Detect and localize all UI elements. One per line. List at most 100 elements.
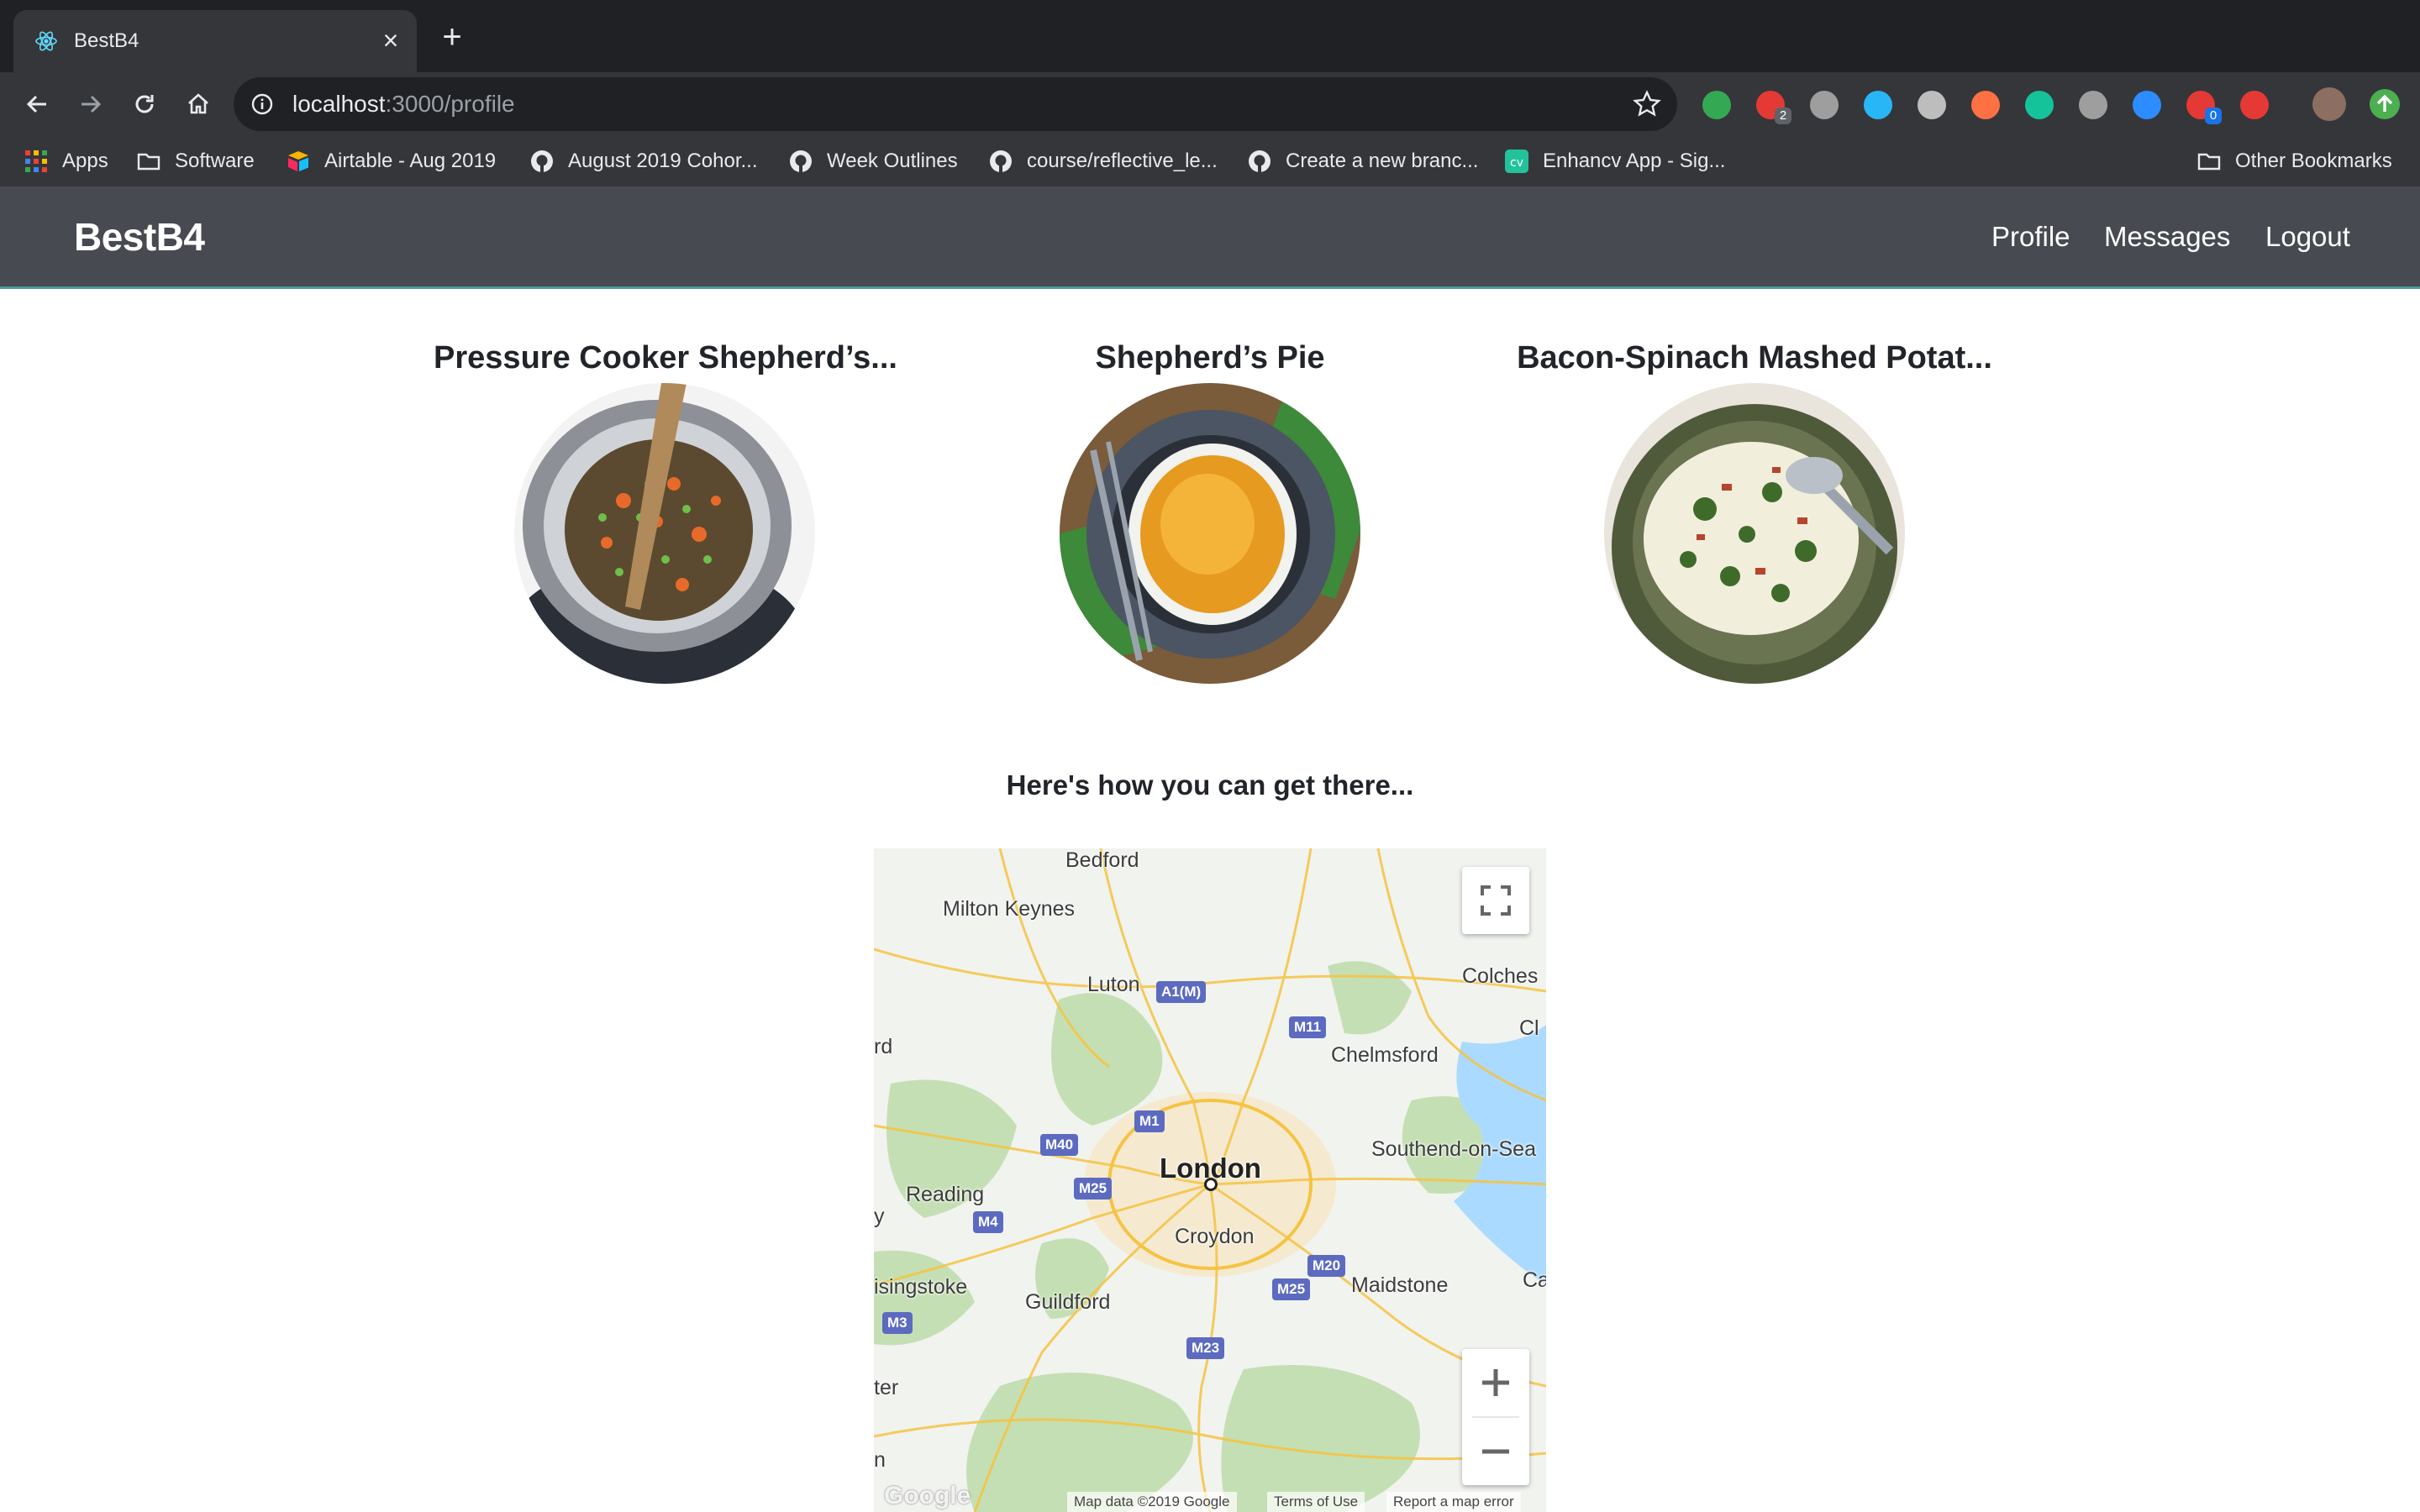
map-zoom-out-button[interactable] — [1462, 1418, 1529, 1485]
map-place-label: Bedford — [1065, 848, 1139, 872]
app-navbar: BestB4 Profile Messages Logout — [0, 186, 2420, 289]
browser-tab-strip: BestB4 × + — [0, 0, 2420, 72]
apps-grid-icon — [25, 150, 47, 172]
map-place-label: Chelmsford — [1331, 1043, 1439, 1067]
site-info-icon[interactable] — [250, 92, 274, 116]
github-icon — [531, 150, 553, 172]
zoom-extension-icon[interactable] — [2133, 91, 2161, 119]
bookmark-label: course/reflective_le... — [1027, 150, 1218, 172]
minus-icon — [1482, 1449, 1509, 1454]
bookmark-software[interactable]: Software — [136, 144, 255, 178]
nav-logout-link[interactable]: Logout — [2265, 218, 2350, 255]
recipe-title[interactable]: Bacon-Spinach Mashed Potat... — [1486, 334, 2023, 381]
recipe-image-bacon-spinach[interactable] — [1604, 383, 1905, 684]
nav-profile-link[interactable]: Profile — [1991, 218, 2070, 255]
address-bar[interactable]: localhost:3000/profile — [234, 77, 1677, 131]
red-extension-icon[interactable]: 2 — [1756, 91, 1791, 124]
map-road-shield: M40 — [1040, 1134, 1079, 1156]
update-arrow-icon[interactable] — [2370, 89, 2400, 119]
new-tab-plus-icon[interactable]: + — [435, 20, 469, 55]
plus-icon — [1482, 1369, 1509, 1396]
bookmark-week-outlines[interactable]: Week Outlines — [788, 144, 958, 178]
url-host: localhost — [292, 91, 386, 117]
tab-close-icon[interactable]: × — [375, 25, 407, 57]
gray-square-extension-icon[interactable] — [1918, 91, 1946, 119]
fullscreen-icon — [1481, 885, 1511, 916]
green-check-extension-icon[interactable] — [1702, 91, 1731, 119]
map-place-label: Reading — [906, 1183, 985, 1206]
browser-tab-active[interactable]: BestB4 × — [13, 10, 417, 72]
svg-text:cv: cv — [1510, 156, 1523, 170]
folder-icon — [137, 153, 160, 171]
recipe-card[interactable]: Pressure Cooker Shepherd’s... — [397, 334, 934, 684]
tab-title: BestB4 — [74, 29, 139, 52]
map-place-label: isingstoke — [874, 1275, 968, 1299]
map-place-label: Luton — [1087, 973, 1140, 996]
map-road-shield: M4 — [973, 1211, 1003, 1233]
extension-badge: 0 — [2205, 108, 2222, 124]
map-terms-link[interactable]: Terms of Use — [1267, 1492, 1365, 1512]
bookmark-create-branch[interactable]: Create a new branc... — [1247, 144, 1478, 178]
folder-icon — [2197, 153, 2221, 171]
grammarly-extension-icon[interactable] — [2025, 91, 2054, 119]
map-road-shield: M3 — [882, 1312, 913, 1334]
bookmark-august-cohort[interactable]: August 2019 Cohor... — [529, 144, 758, 178]
recipe-image-shepherds-pie[interactable] — [1060, 383, 1360, 684]
gray-cloud-extension-icon[interactable] — [1810, 91, 1839, 119]
brand-logo[interactable]: BestB4 — [74, 212, 205, 262]
extension-badge: 2 — [1775, 108, 1791, 124]
bookmark-label: Enhancv App - Sig... — [1543, 150, 1726, 172]
recipe-title[interactable]: Pressure Cooker Shepherd’s... — [397, 334, 934, 381]
bookmark-label: August 2019 Cohor... — [568, 150, 758, 172]
bookmark-label: Software — [175, 150, 255, 172]
map-road-shield: M25 — [1074, 1178, 1113, 1200]
map-fullscreen-button[interactable] — [1462, 867, 1529, 934]
profile-avatar[interactable] — [2312, 87, 2346, 121]
speech-bubble-extension-icon[interactable] — [2079, 91, 2107, 119]
recipe-card[interactable]: Shepherd’s Pie — [941, 334, 1479, 684]
forward-arrow-icon[interactable] — [72, 86, 109, 123]
reload-icon[interactable] — [126, 86, 163, 123]
map-report-error-link[interactable]: Report a map error — [1386, 1492, 1521, 1512]
recipe-title[interactable]: Shepherd’s Pie — [941, 334, 1479, 381]
react-favicon-icon — [35, 31, 57, 51]
google-logo[interactable]: Google — [884, 1482, 971, 1510]
rainbow-extension-icon[interactable] — [1971, 91, 2000, 119]
map-road-shield: M20 — [1307, 1255, 1346, 1277]
bookmark-label: Apps — [62, 150, 108, 172]
home-icon[interactable] — [180, 86, 217, 123]
bookmark-star-icon[interactable] — [1632, 89, 1662, 119]
london-marker-icon — [1204, 1178, 1218, 1191]
red-bug-extension-icon[interactable] — [2240, 91, 2269, 119]
bookmark-apps[interactable]: Apps — [24, 144, 108, 178]
bookmark-course-reflective[interactable]: course/reflective_le... — [988, 144, 1218, 178]
airtable-icon — [288, 151, 308, 171]
recipe-image-pressure-cooker[interactable] — [514, 383, 815, 684]
map-place-label: Maidstone — [1351, 1273, 1449, 1297]
map-place-label: Southend-on-Sea — [1371, 1137, 1536, 1161]
map-data-attribution: Map data ©2019 Google — [1067, 1492, 1237, 1512]
back-arrow-icon[interactable] — [18, 86, 55, 123]
map-zoom-in-button[interactable] — [1462, 1349, 1529, 1416]
map-road-shield: M23 — [1186, 1337, 1225, 1359]
red-badge-extension-icon[interactable]: 0 — [2186, 91, 2222, 124]
nav-messages-link[interactable]: Messages — [2104, 218, 2230, 255]
blue-circle-extension-icon[interactable] — [1864, 91, 1892, 119]
map-road-shield: M1 — [1134, 1110, 1165, 1132]
map-place-label: rd — [874, 1035, 893, 1058]
bookmark-label: Create a new branc... — [1286, 150, 1479, 172]
recipe-card[interactable]: Bacon-Spinach Mashed Potat... — [1486, 334, 2023, 684]
map-road-shield: A1(M) — [1156, 981, 1207, 1003]
map-zoom-controls — [1462, 1349, 1529, 1485]
map-place-label: n — [874, 1448, 886, 1472]
github-icon — [1249, 150, 1270, 172]
map-road-shield: M25 — [1272, 1278, 1311, 1300]
bookmark-enhancv[interactable]: cv Enhancv App - Sig... — [1504, 144, 1725, 178]
bookmark-other[interactable]: Other Bookmarks — [2196, 144, 2392, 178]
map-place-label: Croydon — [1175, 1225, 1255, 1248]
bookmark-airtable[interactable]: Airtable - Aug 2019 — [286, 144, 496, 178]
map-place-label: Guildford — [1025, 1290, 1111, 1314]
directions-heading: Here's how you can get there... — [1006, 769, 1414, 801]
google-map[interactable]: Bedford Milton Keynes Luton Colches Cl rd Chel… — [874, 848, 1546, 1512]
enhancv-icon: cv — [1505, 150, 1528, 173]
